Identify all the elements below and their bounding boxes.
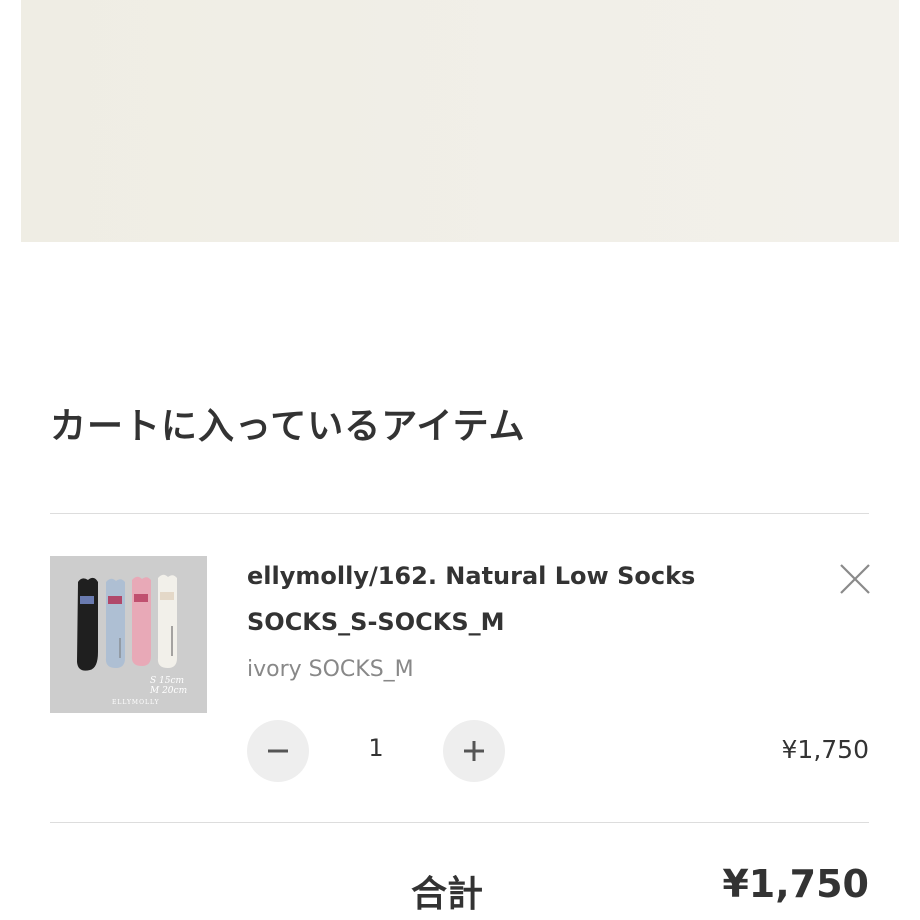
close-icon — [840, 564, 870, 594]
item-price: ¥1,750 — [781, 735, 869, 764]
cart-section-title: カートに入っているアイテム — [50, 406, 526, 447]
product-sku: SOCKS_S-SOCKS_M — [247, 608, 505, 636]
divider-top — [50, 513, 869, 514]
total-label: 合計 — [411, 874, 484, 915]
divider-bottom — [50, 822, 869, 823]
product-variant: ivory SOCKS_M — [247, 657, 414, 682]
decrease-quantity-button[interactable] — [247, 720, 309, 782]
quantity-value: 1 — [368, 734, 384, 762]
product-thumbnail[interactable]: S 15cm M 20cm ELLYMOLLY — [50, 556, 207, 713]
remove-item-button[interactable] — [838, 562, 872, 596]
promo-banner — [21, 0, 899, 242]
thumbnail-brand-text: ELLYMOLLY — [112, 699, 160, 706]
total-value: ¥1,750 — [722, 862, 869, 906]
minus-icon — [268, 749, 288, 753]
product-name[interactable]: ellymolly/162. Natural Low Socks — [247, 562, 695, 590]
thumbnail-size-text: S 15cm M 20cm — [150, 676, 188, 696]
plus-icon — [464, 741, 484, 761]
increase-quantity-button[interactable] — [443, 720, 505, 782]
